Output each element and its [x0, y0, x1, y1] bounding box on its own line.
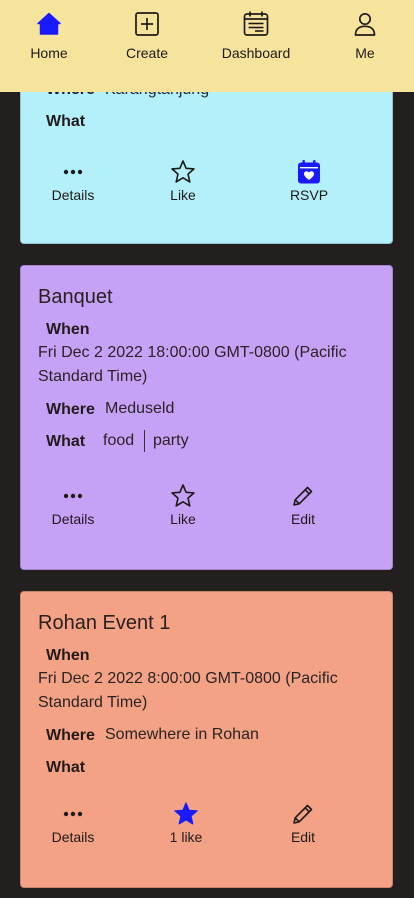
like-button[interactable]: Like: [138, 483, 228, 527]
app-viewport: Where Karangtanjung What Details Like RS…: [0, 0, 414, 898]
nav-dashboard[interactable]: Dashboard: [211, 10, 301, 61]
pencil-icon: [293, 486, 313, 506]
nav-label: Dashboard: [221, 45, 291, 61]
action-label: Details: [51, 187, 95, 203]
action-label: Details: [51, 829, 95, 845]
person-icon: [354, 12, 376, 36]
what-label: What: [46, 759, 86, 776]
tag: party: [153, 432, 189, 449]
when-value: Fri Dec 2 2022 8:00:00 GMT-0800 (Pacific…: [38, 670, 338, 711]
event-card: Banquet When Fri Dec 2 2022 18:00:00 GMT…: [20, 265, 393, 570]
calendar-dashboard-icon: [243, 11, 269, 36]
nav-label: Me: [355, 45, 375, 61]
like-count: 1 like: [169, 829, 203, 845]
event-title: Rohan Event 1: [38, 612, 171, 634]
where-value: Meduseld: [105, 400, 175, 417]
where-value: Somewhere in Rohan: [105, 726, 259, 743]
like-button[interactable]: 1 like: [141, 801, 231, 845]
when-label: When: [46, 647, 90, 664]
action-label: RSVP: [289, 187, 329, 203]
nav-create[interactable]: Create: [102, 10, 192, 61]
when-value: Fri Dec 2 2022 18:00:00 GMT-0800 (Pacifi…: [38, 344, 347, 385]
action-label: Details: [51, 511, 95, 527]
edit-button[interactable]: Edit: [258, 483, 348, 527]
event-card: Rohan Event 1 When Fri Dec 2 2022 8:00:0…: [20, 591, 393, 888]
details-button[interactable]: Details: [28, 801, 118, 845]
where-label: Where: [46, 401, 95, 418]
event-title: Banquet: [38, 286, 113, 308]
star-filled-icon: [174, 802, 198, 825]
star-outline-icon: [171, 160, 195, 183]
tag-separator: [144, 430, 145, 452]
edit-button[interactable]: Edit: [258, 801, 348, 845]
pencil-icon: [293, 804, 313, 824]
top-navigation: Home Create Dashboard Me: [0, 0, 414, 92]
details-button[interactable]: Details: [28, 159, 118, 203]
tag: food: [103, 432, 135, 449]
details-button[interactable]: Details: [28, 483, 118, 527]
plus-square-icon: [135, 12, 159, 36]
star-outline-icon: [171, 484, 195, 507]
calendar-heart-icon: [298, 160, 320, 184]
rsvp-button[interactable]: RSVP: [264, 159, 354, 203]
nav-me[interactable]: Me: [320, 10, 410, 61]
more-dots-icon: [63, 169, 83, 175]
when-label: When: [46, 321, 90, 338]
like-button[interactable]: Like: [138, 159, 228, 203]
where-label: Where: [46, 727, 95, 744]
nav-home[interactable]: Home: [4, 10, 94, 61]
what-label: What: [46, 433, 86, 450]
action-label: Edit: [290, 511, 316, 527]
more-dots-icon: [63, 811, 83, 817]
nav-label: Home: [30, 45, 68, 61]
action-label: Like: [170, 187, 196, 203]
nav-label: Create: [125, 45, 169, 61]
action-label: Like: [170, 511, 196, 527]
action-label: Edit: [290, 829, 316, 845]
more-dots-icon: [63, 493, 83, 499]
home-icon: [37, 12, 61, 35]
what-label: What: [46, 113, 86, 130]
